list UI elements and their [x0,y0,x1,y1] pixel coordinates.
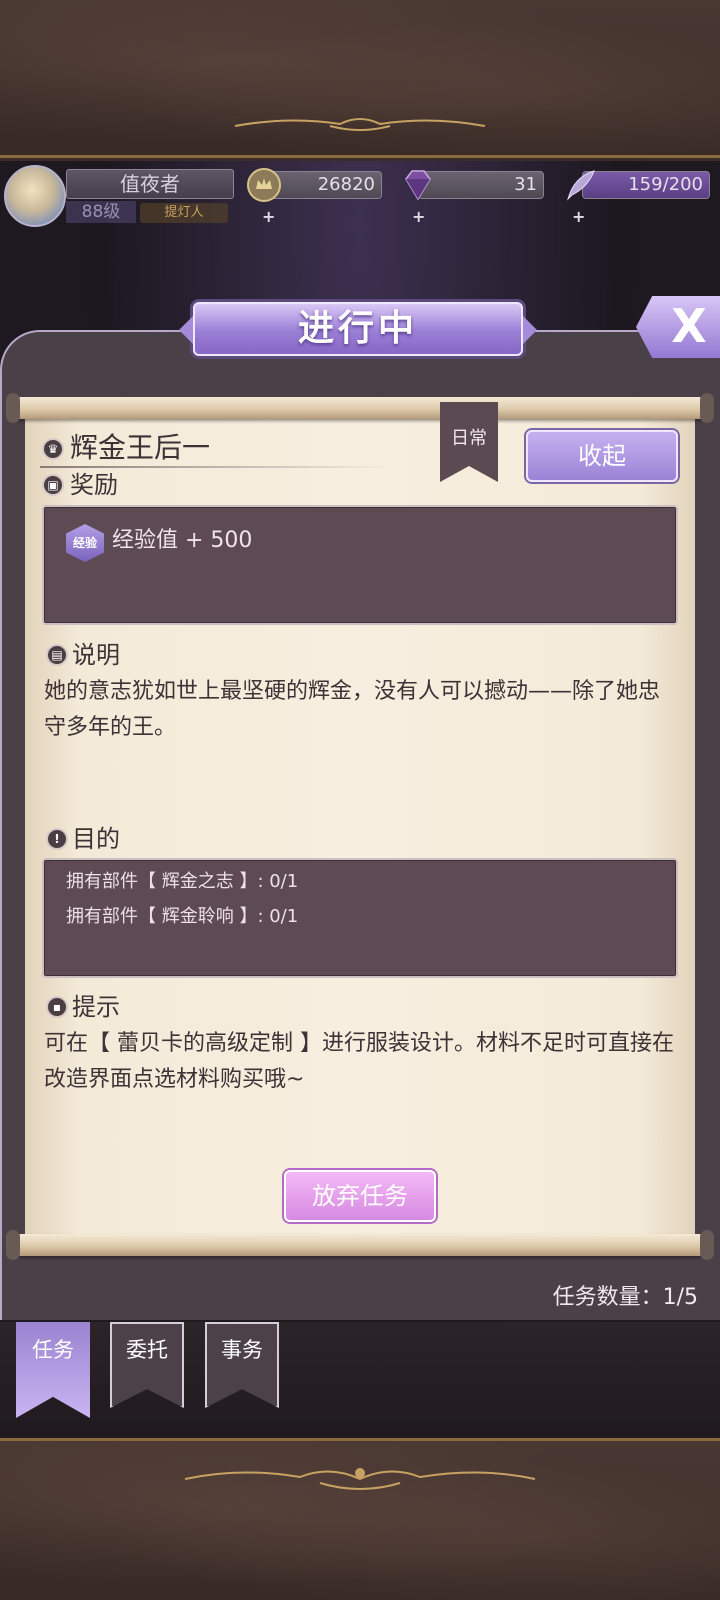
panel-title: 进行中 [297,308,418,349]
top-decor-panel [0,0,720,158]
quill-feather-icon [567,170,595,201]
task-count: 任务数量：1/5 [552,1285,698,1310]
player-level: 88级 [66,201,136,223]
tab-commissions-label: 委托 [126,1338,168,1362]
top-status-bar: 值夜者 88级 提灯人 26820 + 31 + 159/200 + [0,161,720,231]
book-bullet-icon: ▤ [46,644,68,666]
tab-bar [0,1322,720,1438]
goal-item-2: 拥有部件【 辉金聆响 】: 0/1 [66,906,299,927]
note-bullet-icon: ▪ [46,996,68,1018]
gold-coin-icon [247,168,281,202]
hint-text: 可在【 蕾贝卡的高级定制 】进行服装设计。材料不足时可直接在改造界面点选材料购买… [44,1031,674,1092]
reward-exp-text: 经验值 + 500 [112,528,253,553]
bottom-flourish-icon [184,1468,536,1490]
purple-gem-icon [405,170,431,201]
panel-header: 进行中 [179,302,537,356]
daily-tag-label: 日常 [451,428,487,449]
description-text: 她的意志犹如世上最坚硬的辉金，没有人可以撼动——除了她忠守多年的王。 [44,679,661,740]
reward-box [42,505,678,625]
quest-title-divider [40,466,390,468]
stamina-counter[interactable]: 159/200 [582,171,710,199]
top-flourish-icon [234,118,486,131]
bottom-decor-panel [0,1438,720,1600]
exclamation-bullet-icon: ! [46,828,68,850]
reward-section-label: 奖励 [70,471,118,499]
description-section-label: 说明 [72,641,120,669]
gold-plus-icon[interactable]: + [262,207,275,226]
stamina-plus-icon[interactable]: + [572,207,585,226]
crown-bullet-icon: ♛ [42,438,64,460]
gem-plus-icon[interactable]: + [412,207,425,226]
reward-bullet-icon: ▣ [42,474,64,496]
scroll-top-rod [6,393,714,423]
abandon-quest-button[interactable]: 放弃任务 [284,1170,436,1222]
gold-counter[interactable]: 26820 [268,171,382,199]
player-avatar[interactable] [4,165,66,227]
quest-title: 辉金王后一 [70,431,211,464]
collapse-button[interactable]: 收起 [526,430,678,482]
goal-section-label: 目的 [72,825,120,853]
tab-tasks-label: 任务 [32,1338,74,1362]
tab-affairs-label: 事务 [221,1338,263,1362]
player-name: 值夜者 [66,169,234,199]
scroll-bottom-rod [6,1230,714,1260]
hint-section-label: 提示 [72,993,120,1021]
goal-item-1: 拥有部件【 辉金之志 】: 0/1 [66,871,299,892]
player-title-badge: 提灯人 [140,203,228,223]
close-button[interactable]: X [636,296,720,358]
